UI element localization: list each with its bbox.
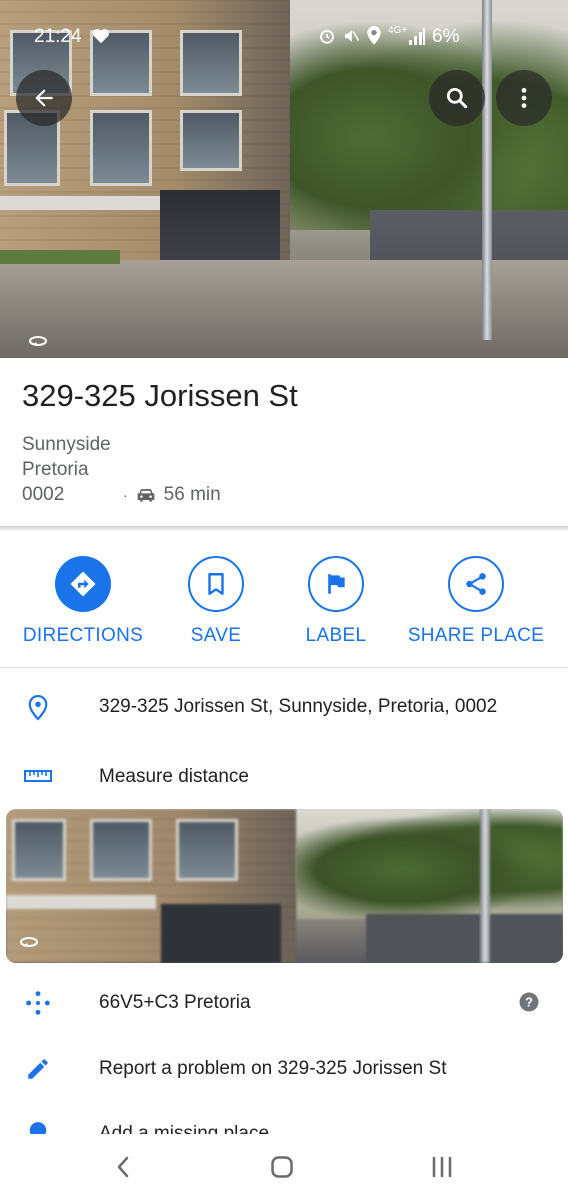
directions-icon [70, 571, 96, 597]
address-city: Pretoria [22, 459, 89, 480]
save-icon-circle [188, 556, 244, 612]
address-postal-code: 0002 [22, 484, 65, 505]
network-type: 4G+ [388, 25, 408, 36]
hedge [0, 250, 120, 264]
measure-distance-label: Measure distance [99, 766, 249, 787]
nav-recents-icon[interactable] [430, 1156, 454, 1178]
address-row[interactable]: 329-325 Jorissen St, Sunnyside, Pretoria… [0, 680, 568, 736]
thumb-trees [296, 809, 563, 919]
plus-code: 66V5+C3 Pretoria [99, 992, 251, 1013]
report-problem-label: Report a problem on 329-325 Jorissen St [99, 1058, 447, 1079]
street-view-thumbnail[interactable] [6, 809, 563, 963]
section-divider [0, 526, 568, 532]
car-icon [137, 489, 155, 502]
thumb-wall [366, 914, 563, 963]
street-view-360-icon [20, 937, 38, 947]
system-navigation-bar [0, 1134, 568, 1200]
ruler-icon [24, 762, 52, 790]
share-icon-circle [448, 556, 504, 612]
bookmark-icon [208, 573, 224, 595]
thumb-pole [480, 809, 490, 963]
share-place-label: SHARE PLACE [407, 625, 545, 646]
alarm-icon [320, 29, 334, 44]
full-address: 329-325 Jorissen St, Sunnyside, Pretoria… [99, 696, 498, 717]
share-icon [466, 573, 486, 595]
drive-time: 56 min [163, 484, 221, 505]
nav-home-icon[interactable] [270, 1155, 294, 1179]
measure-distance-row[interactable]: Measure distance [0, 750, 568, 802]
search-icon [446, 87, 468, 109]
mute-icon [345, 30, 360, 42]
clock: 21:24 [34, 26, 82, 47]
directions-button[interactable]: DIRECTIONS [13, 556, 153, 647]
status-bar: 21:24 4G+ 6% [0, 18, 568, 54]
pencil-icon [24, 1055, 52, 1083]
directions-label: DIRECTIONS [22, 625, 144, 646]
divider [0, 667, 568, 668]
thumb-building [6, 809, 296, 963]
report-problem-row[interactable]: Report a problem on 329-325 Jorissen St [0, 1041, 568, 1097]
help-icon[interactable]: ? [519, 992, 539, 1012]
search-button[interactable] [429, 70, 485, 126]
street-view-360-icon [29, 336, 47, 346]
nav-back-icon[interactable] [114, 1155, 132, 1179]
flag-icon [328, 574, 345, 594]
directions-icon-circle [55, 556, 111, 612]
save-button[interactable]: SAVE [146, 556, 286, 647]
battery-percent: 6% [432, 26, 460, 47]
back-arrow-icon [35, 89, 53, 107]
more-vert-icon [521, 88, 527, 108]
drive-time-info: · 56 min [123, 484, 221, 506]
back-button[interactable] [16, 70, 72, 126]
save-label: SAVE [190, 625, 242, 646]
label-button[interactable]: LABEL [266, 556, 406, 647]
plus-code-row[interactable]: 66V5+C3 Pretoria ? [0, 975, 568, 1031]
add-missing-place-row[interactable]: Add a missing place [0, 1108, 568, 1134]
add-place-pin-icon [24, 1120, 52, 1134]
label-label: LABEL [305, 625, 367, 646]
building-entrance [160, 190, 280, 260]
pin-outline-icon [24, 694, 52, 722]
add-missing-place-label: Add a missing place [99, 1123, 270, 1134]
more-options-button[interactable] [496, 70, 552, 126]
svg-text:?: ? [525, 995, 533, 1010]
heart-icon [92, 29, 110, 44]
signal-icon [409, 28, 425, 45]
dot-separator: · [123, 487, 128, 503]
plus-code-icon [24, 989, 52, 1017]
label-icon-circle [308, 556, 364, 612]
location-icon [367, 26, 381, 45]
address-suburb: Sunnyside [22, 434, 111, 455]
place-title: 329-325 Jorissen St [22, 378, 298, 413]
share-place-button[interactable]: SHARE PLACE [406, 556, 546, 647]
